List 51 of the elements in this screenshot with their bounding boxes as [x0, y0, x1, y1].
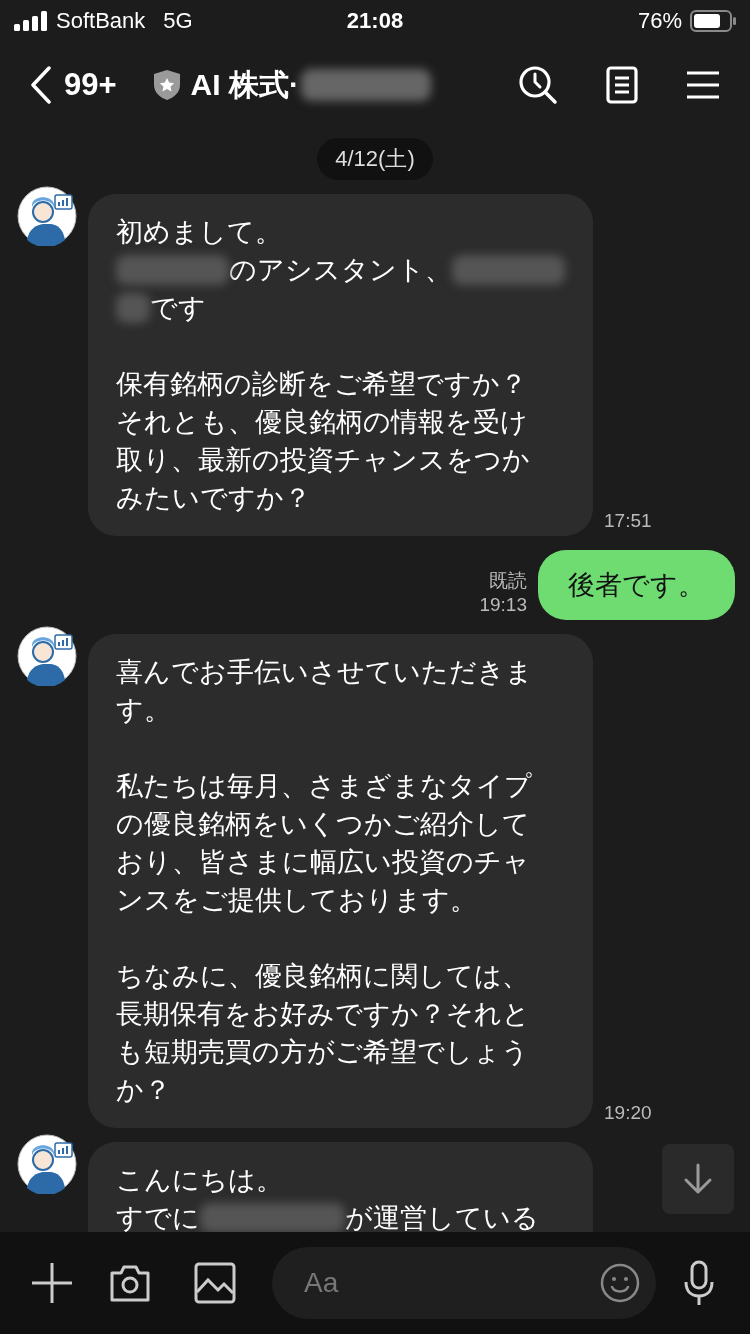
message-text: ンスをご提供しております。: [116, 884, 477, 917]
message-text: それとも、優良銘柄の情報を受け: [116, 406, 528, 439]
image-icon[interactable]: [194, 1262, 236, 1304]
battery-icon: [690, 10, 736, 32]
message-text: 喜んでお手伝いさせていただきま: [116, 656, 533, 689]
message-time: 17:51: [604, 510, 652, 532]
signal-icon: [14, 11, 48, 31]
scroll-down-button[interactable]: [662, 1144, 734, 1214]
message-field[interactable]: Aa: [272, 1247, 656, 1319]
message-text: のアシスタント、: [229, 254, 452, 287]
carrier-name: SoftBank: [56, 8, 146, 34]
emoji-icon[interactable]: [600, 1263, 640, 1303]
shield-icon: [152, 69, 181, 101]
plus-icon[interactable]: [30, 1261, 74, 1305]
message-text: おり、皆さまに幅広い投資のチャ: [116, 846, 530, 879]
message-text: す。: [116, 694, 171, 727]
blurred-text: [116, 293, 150, 323]
message-text: が運営している: [345, 1202, 539, 1232]
microphone-icon[interactable]: [684, 1260, 714, 1306]
network-type: 5G: [163, 8, 193, 34]
message-text: か？: [116, 1074, 171, 1107]
message-text: も短期売買の方がご希望でしょう: [116, 1036, 529, 1069]
message-text: 長期保有をお好みですか？それと: [116, 998, 530, 1031]
message-input[interactable]: Aa: [302, 1266, 600, 1300]
message-text: 保有銘柄の診断をご希望ですか？: [116, 368, 527, 401]
message-text: こんにちは。: [116, 1164, 283, 1197]
message-text: の優良銘柄をいくつかご紹介して: [116, 808, 530, 841]
avatar-icon[interactable]: [17, 186, 77, 246]
menu-icon[interactable]: [686, 70, 720, 100]
message-time: 19:20: [604, 1102, 652, 1124]
notes-icon[interactable]: [606, 66, 638, 104]
search-icon[interactable]: [518, 65, 558, 105]
camera-icon[interactable]: [108, 1263, 152, 1303]
message-text: 初めまして。: [116, 216, 282, 249]
message-text: 私たちは毎月、さまざまなタイプ: [116, 770, 532, 803]
message-time: 19:13: [479, 594, 527, 616]
message-text: です: [150, 292, 206, 325]
chevron-left-icon: [30, 66, 52, 104]
avatar-icon[interactable]: [17, 1134, 77, 1194]
read-receipt: 既読: [489, 569, 527, 593]
message-text: すでに: [116, 1202, 200, 1232]
message-text: 取り、最新の投資チャンスをつか: [116, 444, 530, 477]
message-text: ちなみに、優良銘柄に関しては、: [116, 960, 529, 993]
chat-title: AI 株式·: [190, 66, 299, 103]
battery-percent: 76%: [637, 8, 682, 34]
back-button[interactable]: 99+: [30, 66, 117, 104]
message-text: みたいですか？: [116, 482, 311, 515]
message-text: 後者です。: [568, 569, 705, 602]
avatar-icon[interactable]: [17, 626, 77, 686]
clock: 21:08: [346, 8, 404, 34]
date-pill: 4/12(土): [317, 138, 433, 180]
